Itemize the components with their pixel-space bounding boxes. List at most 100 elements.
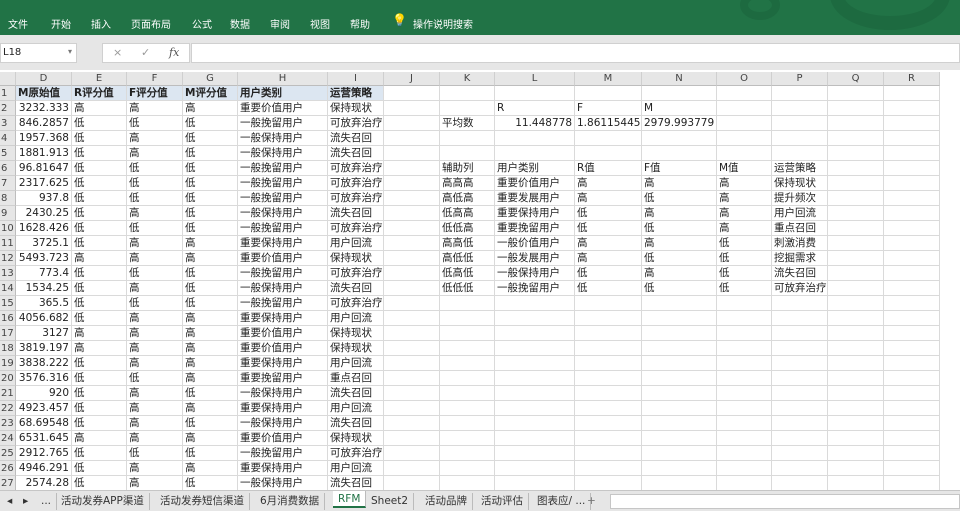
cell-J6[interactable]: [384, 161, 440, 176]
cell-H23[interactable]: 一般保持用户: [238, 416, 328, 431]
cell-O2[interactable]: [717, 101, 772, 116]
cell-P26[interactable]: [772, 461, 828, 476]
cell-R4[interactable]: [884, 131, 940, 146]
row-header-22[interactable]: 22: [0, 401, 16, 416]
cell-Q22[interactable]: [828, 401, 884, 416]
cell-R18[interactable]: [884, 341, 940, 356]
cell-Q24[interactable]: [828, 431, 884, 446]
cell-J11[interactable]: [384, 236, 440, 251]
spreadsheet-grid[interactable]: D E F G H I J K L M N O P Q R 1 2 3 4 5 6 7 8 9 10 11 12 13 14 15 16 17…: [0, 72, 960, 490]
cell-P7[interactable]: 保持现状: [772, 176, 828, 191]
sheet-tab[interactable]: Sheet2: [366, 493, 415, 510]
cell-D2[interactable]: 3232.333: [16, 101, 72, 116]
horizontal-scrollbar[interactable]: [610, 494, 960, 509]
cell-J23[interactable]: [384, 416, 440, 431]
cell-E26[interactable]: 低: [72, 461, 127, 476]
cancel-icon[interactable]: ×: [113, 46, 122, 59]
cell-D17[interactable]: 3127: [16, 326, 72, 341]
cell-N15[interactable]: [642, 296, 717, 311]
cell-K14[interactable]: 低低低: [440, 281, 495, 296]
cell-E1[interactable]: R评分值: [72, 86, 127, 101]
cell-H20[interactable]: 重要挽留用户: [238, 371, 328, 386]
cell-R17[interactable]: [884, 326, 940, 341]
cell-M27[interactable]: [575, 476, 642, 490]
cell-F25[interactable]: 低: [127, 446, 183, 461]
cell-K4[interactable]: [440, 131, 495, 146]
cell-J26[interactable]: [384, 461, 440, 476]
cell-K23[interactable]: [440, 416, 495, 431]
cell-Q2[interactable]: [828, 101, 884, 116]
cell-E13[interactable]: 低: [72, 266, 127, 281]
column-header-M[interactable]: M: [575, 72, 642, 86]
cell-D18[interactable]: 3819.197: [16, 341, 72, 356]
cell-G13[interactable]: 低: [183, 266, 238, 281]
row-header-21[interactable]: 21: [0, 386, 16, 401]
cell-N22[interactable]: [642, 401, 717, 416]
cell-H10[interactable]: 一般挽留用户: [238, 221, 328, 236]
row-header-11[interactable]: 11: [0, 236, 16, 251]
cell-I10[interactable]: 可放弃治疗: [328, 221, 384, 236]
cell-I21[interactable]: 流失召回: [328, 386, 384, 401]
cell-K24[interactable]: [440, 431, 495, 446]
cell-K16[interactable]: [440, 311, 495, 326]
cell-O24[interactable]: [717, 431, 772, 446]
cell-D7[interactable]: 2317.625: [16, 176, 72, 191]
cell-P15[interactable]: [772, 296, 828, 311]
cell-E17[interactable]: 高: [72, 326, 127, 341]
cell-R19[interactable]: [884, 356, 940, 371]
cell-E19[interactable]: 低: [72, 356, 127, 371]
cell-D26[interactable]: 4946.291: [16, 461, 72, 476]
cell-Q21[interactable]: [828, 386, 884, 401]
cell-D22[interactable]: 4923.457: [16, 401, 72, 416]
cell-I5[interactable]: 流失召回: [328, 146, 384, 161]
cell-D8[interactable]: 937.8: [16, 191, 72, 206]
cell-R6[interactable]: [884, 161, 940, 176]
cell-Q23[interactable]: [828, 416, 884, 431]
cell-F2[interactable]: 高: [127, 101, 183, 116]
cell-F20[interactable]: 低: [127, 371, 183, 386]
cell-I24[interactable]: 保持现状: [328, 431, 384, 446]
cell-L26[interactable]: [495, 461, 575, 476]
cell-I8[interactable]: 可放弃治疗: [328, 191, 384, 206]
cell-O20[interactable]: [717, 371, 772, 386]
column-header-L[interactable]: L: [495, 72, 575, 86]
cell-G27[interactable]: 低: [183, 476, 238, 490]
row-header-2[interactable]: 2: [0, 101, 16, 116]
cell-L5[interactable]: [495, 146, 575, 161]
cell-K6[interactable]: 辅助列: [440, 161, 495, 176]
cell-O4[interactable]: [717, 131, 772, 146]
cell-O22[interactable]: [717, 401, 772, 416]
cell-I22[interactable]: 用户回流: [328, 401, 384, 416]
cell-P24[interactable]: [772, 431, 828, 446]
cell-H18[interactable]: 重要价值用户: [238, 341, 328, 356]
cell-N7[interactable]: 高: [642, 176, 717, 191]
cell-M25[interactable]: [575, 446, 642, 461]
cell-L18[interactable]: [495, 341, 575, 356]
cell-M2[interactable]: F: [575, 101, 642, 116]
cell-Q14[interactable]: [828, 281, 884, 296]
cell-L7[interactable]: 重要价值用户: [495, 176, 575, 191]
cell-E5[interactable]: 低: [72, 146, 127, 161]
row-header-18[interactable]: 18: [0, 341, 16, 356]
cell-Q3[interactable]: [828, 116, 884, 131]
cell-I6[interactable]: 可放弃治疗: [328, 161, 384, 176]
column-header-G[interactable]: G: [183, 72, 238, 86]
cell-H22[interactable]: 重要保持用户: [238, 401, 328, 416]
cell-E12[interactable]: 高: [72, 251, 127, 266]
cell-R20[interactable]: [884, 371, 940, 386]
row-header-8[interactable]: 8: [0, 191, 16, 206]
row-header-19[interactable]: 19: [0, 356, 16, 371]
cell-N12[interactable]: 低: [642, 251, 717, 266]
cell-L3[interactable]: 11.448778: [495, 116, 575, 131]
cell-L4[interactable]: [495, 131, 575, 146]
cell-D15[interactable]: 365.5: [16, 296, 72, 311]
cell-O21[interactable]: [717, 386, 772, 401]
cell-I15[interactable]: 可放弃治疗: [328, 296, 384, 311]
cell-N20[interactable]: [642, 371, 717, 386]
cell-F4[interactable]: 高: [127, 131, 183, 146]
sheet-tab[interactable]: 活动发券APP渠道: [56, 493, 150, 510]
cell-Q10[interactable]: [828, 221, 884, 236]
cell-R26[interactable]: [884, 461, 940, 476]
scroll-left-icon[interactable]: ◂: [2, 493, 17, 510]
cell-K13[interactable]: 低高低: [440, 266, 495, 281]
